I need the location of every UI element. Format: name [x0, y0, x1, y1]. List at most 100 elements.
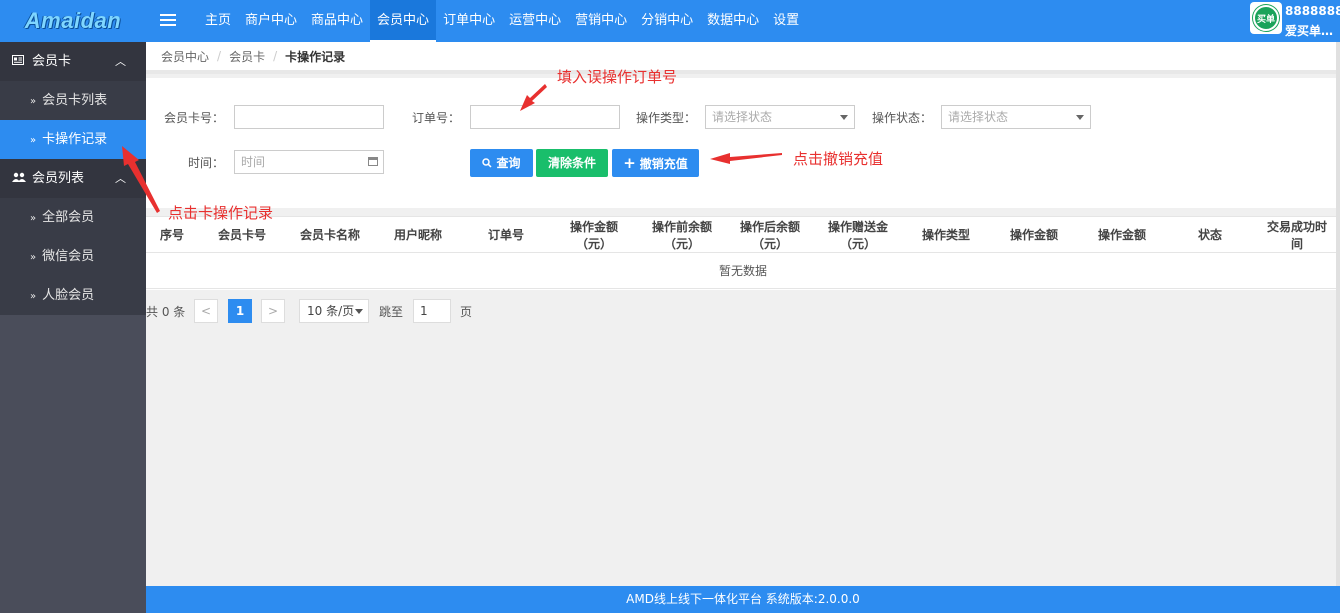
sidebar-item-face-members[interactable]: » 人脸会员 [0, 276, 146, 315]
search-button-label: 查询 [496, 156, 521, 170]
plus-icon: + [623, 154, 636, 172]
nav-operation-center[interactable]: 运营中心 [502, 0, 568, 42]
double-chevron-right-icon: » [30, 96, 37, 107]
sidebar-item-label: 会员卡列表 [42, 93, 108, 108]
top-bar: Amaidan 主页 商户中心 商品中心 会员中心 订单中心 运营中心 营销中心… [0, 0, 1340, 42]
page-size-value: 10 条/页 [307, 304, 355, 318]
nav-settings[interactable]: 设置 [766, 0, 806, 42]
sidebar-group-label: 会员列表 [32, 171, 85, 186]
double-chevron-right-icon: » [30, 213, 37, 224]
menu-toggle-icon[interactable] [160, 12, 180, 28]
annotation-fill-order: 填入误操作订单号 [557, 68, 678, 86]
page-unit-label: 页 [460, 305, 473, 319]
pagination: 共 0 条 < 1 > 10 条/页 跳至 1 页 [146, 298, 546, 324]
sidebar-item-all-members[interactable]: » 全部会员 [0, 198, 146, 237]
breadcrumb: 会员中心 / 会员卡 / 卡操作记录 [146, 42, 1340, 74]
sidebar-item-label: 人脸会员 [42, 288, 95, 303]
th-balance-before: 操作前余额（元） [651, 219, 712, 251]
op-type-select[interactable]: 请选择状态 [705, 105, 855, 129]
sidebar-item-card-list[interactable]: » 会员卡列表 [0, 81, 146, 120]
chevron-up-icon: ︿ [115, 172, 126, 185]
user-menu[interactable]: 买单 88888888 爱买单业... [1248, 0, 1340, 42]
th-status: 状态 [1197, 228, 1222, 242]
page-size-select[interactable]: 10 条/页 [299, 299, 369, 323]
time-placeholder: 时间 [241, 155, 266, 169]
scrollbar[interactable] [1336, 42, 1340, 586]
sidebar-group-label: 会员卡 [32, 54, 72, 69]
sidebar: 会员卡 ︿ » 会员卡列表 » 卡操作记录 会员列表 ︿ » 全部会员 » 微信会员 »… [0, 42, 146, 613]
nav-merchant-center[interactable]: 商户中心 [238, 0, 304, 42]
nav-home[interactable]: 主页 [198, 0, 238, 42]
th-op-type: 操作类型 [921, 228, 970, 242]
avatar-logo-icon: 买单 [1253, 5, 1279, 31]
card-no-input[interactable] [234, 105, 384, 129]
page-button-1[interactable]: 1 [228, 299, 252, 323]
prev-page-button[interactable]: < [194, 299, 218, 323]
table-header: 序号 会员卡号 会员卡名称 用户昵称 订单号 操作金额（元） 操作前余额（元） … [146, 216, 1340, 253]
double-chevron-right-icon: » [30, 252, 37, 263]
op-type-placeholder: 请选择状态 [712, 110, 773, 124]
th-success-time: 交易成功时间 [1266, 219, 1327, 251]
sidebar-item-label: 全部会员 [42, 210, 95, 225]
sidebar-group-member-list[interactable]: 会员列表 ︿ [0, 159, 146, 198]
annotation-click-record: 点击卡操作记录 [168, 204, 274, 222]
th-gift-amount: 操作赠送金（元） [827, 219, 888, 251]
jump-page-input[interactable]: 1 [413, 299, 451, 323]
card-no-label: 会员卡号： [164, 111, 225, 125]
breadcrumb-item-member-card[interactable]: 会员卡 [229, 48, 265, 65]
op-status-select[interactable]: 请选择状态 [941, 105, 1091, 129]
order-no-input[interactable] [470, 105, 620, 129]
caret-down-icon [355, 309, 363, 314]
nav-member-center[interactable]: 会员中心 [370, 0, 437, 42]
nav-distribution-center[interactable]: 分销中心 [634, 0, 700, 42]
th-op-amount-2: 操作金额 [1009, 228, 1058, 242]
chevron-up-icon: ︿ [115, 55, 126, 68]
op-status-label: 操作状态： [872, 111, 933, 125]
empty-table-text: 暂无数据 [146, 253, 1340, 289]
logo[interactable]: Amaidan [0, 0, 146, 42]
calendar-icon [368, 157, 378, 166]
revoke-recharge-button[interactable]: + 撤销充值 [612, 149, 699, 177]
jump-label: 跳至 [379, 305, 404, 319]
users-icon [12, 159, 26, 198]
th-op-amount: 操作金额（元） [569, 219, 618, 251]
revoke-recharge-label: 撤销充值 [639, 157, 688, 171]
sidebar-group-member-card[interactable]: 会员卡 ︿ [0, 42, 146, 81]
id-card-icon [12, 42, 26, 81]
time-label: 时间： [188, 156, 225, 170]
th-order-no: 订单号 [487, 228, 524, 242]
nav-marketing-center[interactable]: 营销中心 [568, 0, 634, 42]
sidebar-item-label: 卡操作记录 [42, 132, 108, 147]
footer: AMD线上线下一体化平台 系统版本:2.0.0.0 [146, 586, 1340, 613]
order-no-label: 订单号： [412, 111, 461, 125]
double-chevron-right-icon: » [30, 135, 37, 146]
nav-order-center[interactable]: 订单中心 [436, 0, 502, 42]
logo-text: Amaidan [24, 8, 122, 33]
search-button[interactable]: 查询 [470, 149, 533, 177]
search-form: 会员卡号： 订单号： 操作类型： 请选择状态 操作状态： 请选择状态 时间： 时… [146, 78, 1340, 208]
user-id: 88888888 [1285, 4, 1340, 18]
sidebar-item-wechat-members[interactable]: » 微信会员 [0, 237, 146, 276]
pagination-total: 共 0 条 [146, 305, 186, 319]
double-chevron-right-icon: » [30, 291, 37, 302]
next-page-button[interactable]: > [261, 299, 285, 323]
nav-product-center[interactable]: 商品中心 [304, 0, 370, 42]
th-card-name: 会员卡名称 [299, 228, 360, 242]
sidebar-item-label: 微信会员 [42, 249, 95, 264]
op-type-label: 操作类型： [636, 111, 697, 125]
clear-conditions-button[interactable]: 清除条件 [536, 149, 608, 177]
th-op-amount-3: 操作金额 [1097, 228, 1146, 242]
user-name: 爱买单业... [1285, 24, 1340, 38]
avatar[interactable]: 买单 [1250, 2, 1282, 34]
nav-data-center[interactable]: 数据中心 [700, 0, 766, 42]
caret-down-icon [840, 115, 848, 120]
sidebar-item-card-records[interactable]: » 卡操作记录 [0, 120, 146, 159]
op-status-placeholder: 请选择状态 [948, 110, 1009, 124]
breadcrumb-item-member-center[interactable]: 会员中心 [161, 48, 209, 65]
main-nav: 主页 商户中心 商品中心 会员中心 订单中心 运营中心 营销中心 分销中心 数据… [198, 0, 806, 42]
records-table: 序号 会员卡号 会员卡名称 用户昵称 订单号 操作金额（元） 操作前余额（元） … [146, 216, 1340, 290]
th-user-nickname: 用户昵称 [393, 228, 442, 242]
th-balance-after: 操作后余额（元） [739, 219, 800, 251]
time-picker[interactable]: 时间 [234, 150, 384, 174]
breadcrumb-item-current: 卡操作记录 [285, 49, 346, 64]
